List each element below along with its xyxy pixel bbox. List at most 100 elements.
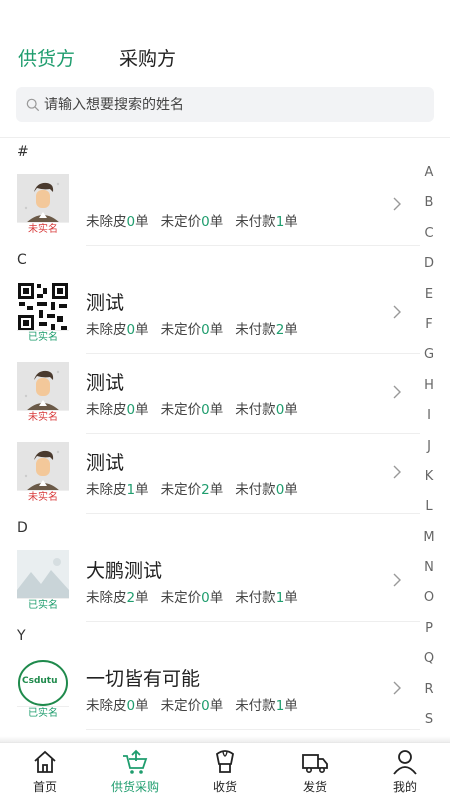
nav-cart[interactable]: 供货采购 [90,743,180,800]
list-item[interactable]: 未实名 测试 未除皮1单 未定价2单 未付款0单 [0,434,450,514]
nav-label: 我的 [392,780,417,794]
list-item[interactable]: 已实名 测试 未除皮0单 未定价0单 未付款2单 [0,274,450,354]
order-stats: 未除皮0单 未定价0单 未付款2单 [86,318,298,338]
stat-item: 未付款1单 [235,214,298,230]
index-letter-e[interactable]: E [422,280,436,310]
index-letter-s[interactable]: S [422,705,436,735]
chevron-right-icon [393,573,401,587]
index-letter-l[interactable]: L [422,492,436,522]
avatar: 未实名 [17,442,69,504]
contact-name: 测试 [86,452,125,474]
avatar-image [17,442,69,492]
section-header: Y [17,628,26,644]
section-header: # [17,144,29,160]
bottom-nav: 首页 供货采购 收货 发货 我的 [0,742,450,800]
stat-item: 未除皮2单 [86,590,149,606]
index-letter-q[interactable]: Q [422,644,436,674]
divider [86,621,420,622]
cart-icon [123,749,148,774]
chevron-right-icon [393,681,401,695]
nav-receive[interactable]: 收货 [180,743,270,800]
home-icon [34,750,56,773]
verify-badge: 未实名 [17,490,69,504]
contact-list: # 未实名 未除皮0单 未定价0单 未付款1单 C 已实名 测试 未除皮0单 未… [0,138,450,730]
divider [86,729,420,730]
nav-label: 收货 [212,780,237,794]
verify-badge: 已实名 [17,330,69,344]
logo-text: Csdutu [22,676,58,686]
avatar: 已实名 [17,550,69,612]
avatar-image [17,362,69,412]
index-letter-j[interactable]: J [422,432,436,462]
chevron-right-icon [393,465,401,479]
order-stats: 未除皮2单 未定价0单 未付款1单 [86,586,298,606]
verify-badge: 已实名 [17,706,69,720]
stat-item: 未付款0单 [235,482,298,498]
index-letter-r[interactable]: R [422,675,436,705]
divider [86,245,420,246]
avatar: 已实名 [17,282,69,344]
index-letter-k[interactable]: K [422,462,436,492]
order-stats: 未除皮0单 未定价0单 未付款0单 [86,398,298,418]
stat-item: 未除皮0单 [86,214,149,230]
nav-label: 首页 [32,780,57,794]
alphabet-index: ABCDEFGHIJKLMNOPQRS [422,158,436,735]
contact-name: 一切皆有可能 [86,668,201,690]
search-icon [26,98,40,111]
tab-purchaser[interactable]: 采购方 [119,44,176,79]
stat-item: 未除皮0单 [86,322,149,338]
index-letter-p[interactable]: P [422,614,436,644]
chevron-right-icon [393,197,401,211]
stat-item: 未付款1单 [235,698,298,714]
user-icon [393,750,417,775]
chevron-right-icon [393,305,401,319]
index-letter-h[interactable]: H [422,371,436,401]
index-letter-f[interactable]: F [422,310,436,340]
stat-item: 未定价0单 [160,322,224,338]
stat-item: 未定价2单 [160,482,224,498]
avatar-image [17,550,69,600]
stat-item: 未付款2单 [235,322,298,338]
order-stats: 未除皮0单 未定价0单 未付款1单 [86,210,298,230]
nav-user[interactable]: 我的 [360,743,450,800]
truck-icon [302,754,328,773]
verify-badge: 已实名 [17,598,69,612]
nav-home[interactable]: 首页 [0,743,90,800]
receive-icon [216,750,234,773]
avatar-image: Csdutu [17,658,69,708]
stat-item: 未付款1单 [235,590,298,606]
list-item[interactable]: 已实名 大鹏测试 未除皮2单 未定价0单 未付款1单 [0,542,450,622]
avatar-image [17,282,69,332]
verify-badge: 未实名 [17,222,69,236]
list-item[interactable]: 未实名 未除皮0单 未定价0单 未付款1单 [0,166,450,246]
nav-label: 供货采购 [110,780,159,794]
nav-truck[interactable]: 发货 [270,743,360,800]
contact-name: 测试 [86,292,125,314]
section-header: C [17,252,27,268]
contact-name: 大鹏测试 [86,560,163,582]
list-item[interactable]: Csdutu 已实名 一切皆有可能 未除皮0单 未定价0单 未付款1单 [0,650,450,730]
index-letter-i[interactable]: I [422,401,436,431]
avatar: 未实名 [17,174,69,236]
stat-item: 未除皮0单 [86,402,149,418]
stat-item: 未付款0单 [235,402,298,418]
search-box[interactable] [16,87,434,122]
list-item[interactable]: 未实名 测试 未除皮0单 未定价0单 未付款0单 [0,354,450,434]
order-stats: 未除皮1单 未定价2单 未付款0单 [86,478,298,498]
stat-item: 未定价0单 [160,402,224,418]
search-input[interactable] [44,96,424,113]
stat-item: 未定价0单 [160,214,224,230]
chevron-right-icon [393,385,401,399]
index-letter-m[interactable]: M [422,523,436,553]
index-letter-c[interactable]: C [422,219,436,249]
section-header: D [17,520,28,536]
index-letter-b[interactable]: B [422,188,436,218]
index-letter-o[interactable]: O [422,583,436,613]
index-letter-a[interactable]: A [422,158,436,188]
stat-item: 未除皮1单 [86,482,149,498]
index-letter-d[interactable]: D [422,249,436,279]
stat-item: 未除皮0单 [86,698,149,714]
tab-supplier[interactable]: 供货方 [18,44,75,79]
index-letter-g[interactable]: G [422,340,436,370]
index-letter-n[interactable]: N [422,553,436,583]
